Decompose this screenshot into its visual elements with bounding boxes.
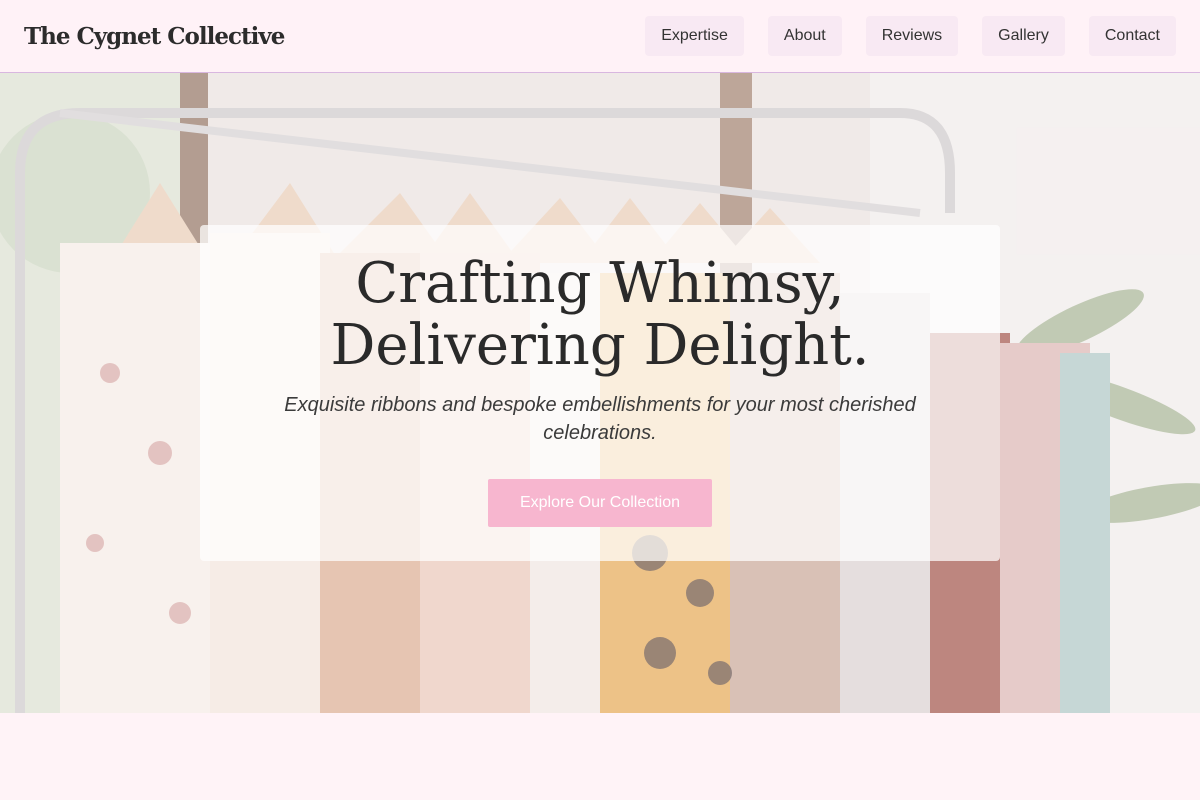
top-navbar: The Cygnet Collective Expertise About Re… xyxy=(0,0,1200,73)
nav-item-contact[interactable]: Contact xyxy=(1088,16,1176,56)
brand-logo[interactable]: The Cygnet Collective xyxy=(24,23,285,50)
hero-title: Crafting Whimsy, Delivering Delight. xyxy=(250,253,950,377)
nav-item-about[interactable]: About xyxy=(767,16,842,56)
explore-collection-button[interactable]: Explore Our Collection xyxy=(487,479,713,527)
nav-item-reviews[interactable]: Reviews xyxy=(865,16,959,56)
hero-card: Crafting Whimsy, Delivering Delight. Exq… xyxy=(200,225,1000,561)
nav-links: Expertise About Reviews Gallery Contact xyxy=(645,16,1176,56)
hero-title-line-1: Crafting Whimsy, xyxy=(355,251,845,316)
nav-item-gallery[interactable]: Gallery xyxy=(982,16,1065,56)
hero-title-line-2: Delivering Delight. xyxy=(330,313,870,378)
hero-subtitle: Exquisite ribbons and bespoke embellishm… xyxy=(284,394,916,444)
hero-section: Crafting Whimsy, Delivering Delight. Exq… xyxy=(0,73,1200,713)
nav-item-expertise[interactable]: Expertise xyxy=(645,16,744,56)
